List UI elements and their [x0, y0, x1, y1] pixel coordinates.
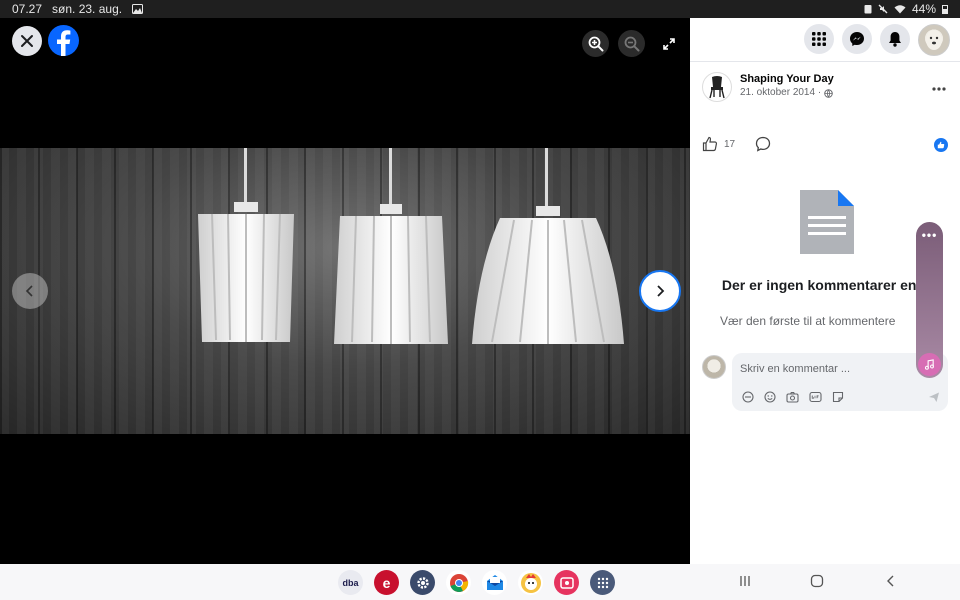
no-comments-title: Der er ingen kommentarer endnu: [721, 277, 943, 293]
close-icon: [21, 35, 33, 47]
like-count: 17: [724, 138, 736, 150]
home-icon[interactable]: [810, 574, 824, 588]
top-nav-icons: [804, 24, 950, 56]
post-date[interactable]: 21. oktober 2014 ·: [740, 86, 834, 100]
profile-avatar-button[interactable]: [918, 24, 950, 56]
battery-level: 44%: [911, 2, 936, 16]
dog-avatar-icon: [926, 30, 942, 50]
zoom-out-icon: [624, 36, 639, 51]
chrome-app-icon[interactable]: [446, 570, 471, 595]
messenger-icon: [850, 32, 864, 46]
camera-icon[interactable]: [786, 391, 799, 403]
chevron-right-icon: [657, 285, 665, 297]
globe-icon: [824, 88, 833, 98]
battery-icon: [942, 5, 948, 14]
thumbs-up-icon: [937, 141, 945, 149]
pendant-lamp: [198, 202, 294, 342]
zoom-in-icon: [588, 36, 603, 51]
bell-icon: [889, 32, 901, 47]
gif-icon[interactable]: [809, 391, 822, 403]
next-photo-button[interactable]: [639, 270, 681, 312]
lamp-cord: [244, 148, 247, 208]
notifications-button[interactable]: [880, 24, 910, 54]
document-icon: [800, 190, 854, 254]
facebook-home-button[interactable]: [48, 25, 79, 56]
close-viewer-button[interactable]: [12, 26, 42, 56]
comment-tools: [742, 391, 844, 403]
facebook-logo-icon: [57, 30, 71, 56]
zoom-out-button[interactable]: [618, 30, 645, 57]
screen: 07.27 søn. 23. aug. 44% Shaping Your Day…: [0, 0, 960, 600]
previous-photo-button[interactable]: [12, 273, 48, 309]
floating-media-bubble[interactable]: •••: [916, 222, 943, 378]
screen-recorder-app-icon[interactable]: [554, 570, 579, 595]
fullscreen-button[interactable]: [655, 30, 682, 57]
sticker-icon[interactable]: [832, 391, 844, 403]
user-avatar: [702, 355, 726, 379]
post-options-button[interactable]: [932, 78, 946, 94]
fullscreen-icon: [662, 37, 675, 50]
recent-apps-icon[interactable]: [738, 574, 752, 588]
like-outline-icon[interactable]: [702, 136, 718, 152]
page-name-link[interactable]: Shaping Your Day: [740, 72, 834, 86]
dba-app-label: dba: [342, 577, 359, 588]
emoji-icon[interactable]: [764, 391, 776, 403]
photo-viewer: [0, 18, 690, 564]
lamp-cord: [389, 148, 392, 208]
page-avatar[interactable]: [702, 72, 732, 102]
comment-composer: [702, 353, 948, 411]
e-app-label: e: [382, 574, 391, 591]
pendant-lamp: [334, 204, 448, 344]
panel-divider: [690, 61, 960, 62]
app-drawer-icon[interactable]: [590, 570, 615, 595]
chair-icon: [709, 76, 725, 99]
mail-app-icon[interactable]: [482, 570, 507, 595]
e-boks-app-icon[interactable]: e: [374, 570, 399, 595]
comment-bubble-icon[interactable]: [755, 136, 771, 152]
post-date-text: 21. oktober 2014 ·: [740, 87, 822, 98]
lamp-cord: [545, 148, 548, 210]
app-dock: dba e: [338, 570, 615, 595]
game-app-icon[interactable]: [518, 570, 543, 595]
bubble-options-icon[interactable]: •••: [916, 228, 943, 242]
post-header: Shaping Your Day 21. oktober 2014 ·: [702, 72, 834, 102]
post-photo[interactable]: [0, 148, 690, 434]
like-reaction-badge[interactable]: [934, 138, 948, 152]
zoom-in-button[interactable]: [582, 30, 609, 57]
more-options-icon: [932, 87, 946, 91]
status-time: 07.27: [12, 2, 43, 16]
system-nav-bar: dba e: [0, 564, 960, 600]
avatar-sticker-icon[interactable]: [742, 391, 754, 403]
music-note-icon[interactable]: [918, 353, 941, 376]
dba-app-icon[interactable]: dba: [338, 570, 363, 595]
back-icon[interactable]: [884, 574, 898, 588]
status-bar: 07.27 søn. 23. aug. 44%: [0, 0, 960, 18]
settings-app-icon[interactable]: [410, 570, 435, 595]
reaction-bar: 17: [702, 136, 771, 152]
pendant-lamp: [472, 206, 624, 344]
comment-input[interactable]: [740, 363, 910, 375]
gallery-notification-icon: [132, 4, 144, 14]
messenger-button[interactable]: [842, 24, 872, 54]
chevron-left-icon: [25, 285, 33, 297]
wifi-icon: [894, 5, 906, 14]
mute-icon: [878, 4, 888, 14]
menu-button[interactable]: [804, 24, 834, 54]
grid-menu-icon: [812, 32, 826, 46]
battery-saver-icon: [864, 5, 872, 14]
status-date: søn. 23. aug.: [52, 2, 123, 16]
send-icon[interactable]: [928, 391, 940, 403]
